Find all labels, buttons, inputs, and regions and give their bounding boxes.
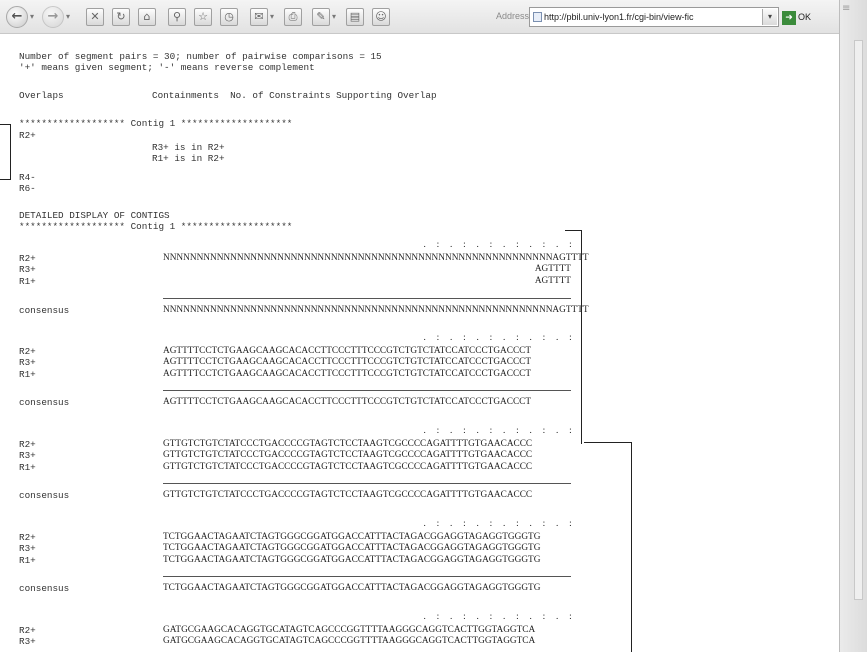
history-icon[interactable]: ◷	[220, 8, 238, 26]
go-label: OK	[798, 12, 812, 22]
overlap-item: R6-	[19, 183, 36, 194]
consensus-label: consensus	[19, 583, 70, 594]
sequence-row: AGTTTT	[534, 264, 571, 274]
forward-icon[interactable]: →	[42, 6, 64, 28]
containment-item: R1+ is in R2+	[152, 153, 225, 164]
overlap-item: R2+	[19, 130, 36, 141]
right-bracket-top	[565, 230, 582, 231]
address-url: http://pbil.univ-lyon1.fr/cgi-bin/view-f…	[544, 12, 694, 22]
right-bracket-lower-stem	[631, 442, 632, 652]
address-label: Address	[496, 11, 530, 21]
address-dropdown-icon[interactable]: ▾	[762, 9, 777, 25]
sequence-label: R2+	[19, 625, 36, 636]
containment-item: R3+ is in R2+	[152, 142, 225, 153]
ruler: . : . : . : . : . : . :	[423, 333, 572, 343]
consensus-row: NNNNNNNNNNNNNNNNNNNNNNNNNNNNNNNNNNNNNNNN…	[163, 305, 589, 315]
summary-line-2: '+' means given segment; '-' means rever…	[19, 62, 315, 73]
sequence-label: R2+	[19, 253, 36, 264]
containments-header: Containments No. of Constraints Supporti…	[152, 90, 437, 101]
ruler: . : . : . : . : . : . :	[423, 240, 572, 250]
sequence-label: R2+	[19, 532, 36, 543]
sequence-row: NNNNNNNNNNNNNNNNNNNNNNNNNNNNNNNNNNNNNNNN…	[163, 253, 589, 263]
consensus-row: GTTGTCTGTCTATCCCTGACCCCGTAGTCTCCTAAGTCGC…	[163, 490, 533, 500]
page-icon	[533, 12, 542, 22]
consensus-separator	[163, 298, 571, 299]
sequence-label: R1+	[19, 369, 36, 380]
forward-dropdown-icon[interactable]: ▾	[66, 8, 74, 26]
sequence-row: TCTGGAACTAGAATCTAGTGGGCGGATGGACCATTTACTA…	[163, 532, 541, 542]
mail-dropdown-icon[interactable]: ▾	[270, 8, 278, 26]
back-dropdown-icon[interactable]: ▾	[30, 8, 38, 26]
consensus-row: AGTTTTCCTCTGAAGCAAGCACACCTTCCCTTTCCCGTCT…	[163, 397, 532, 407]
sequence-row: GTTGTCTGTCTATCCCTGACCCCGTAGTCTCCTAAGTCGC…	[163, 450, 533, 460]
consensus-separator	[163, 483, 571, 484]
sequence-label: R2+	[19, 346, 36, 357]
sequence-label: R3+	[19, 357, 36, 368]
discuss-icon[interactable]: ▤	[346, 8, 364, 26]
go-arrow-icon: ➜	[782, 10, 796, 25]
sequence-label: R3+	[19, 543, 36, 554]
sequence-row: TCTGGAACTAGAATCTAGTGGGCGGATGGACCATTTACTA…	[163, 543, 541, 553]
detailed-title: DETAILED DISPLAY OF CONTIGS	[19, 210, 170, 221]
ruler: . : . : . : . : . : . :	[423, 612, 572, 622]
consensus-separator	[163, 576, 571, 577]
overlaps-header: Overlaps	[19, 90, 64, 101]
mail-icon[interactable]: ✉	[250, 8, 268, 26]
stop-icon[interactable]: ✕	[86, 8, 104, 26]
consensus-label: consensus	[19, 305, 70, 316]
sequence-label: R3+	[19, 264, 36, 275]
go-button[interactable]: ➜ OK	[782, 7, 820, 27]
search-icon[interactable]: ⚲	[168, 8, 186, 26]
edit-icon[interactable]: ✎	[312, 8, 330, 26]
sequence-label: R1+	[19, 462, 36, 473]
sequence-label: R1+	[19, 555, 36, 566]
sequence-row: AGTTTTCCTCTGAAGCAAGCACACCTTCCCTTTCCCGTCT…	[163, 357, 532, 367]
home-icon[interactable]: ⌂	[138, 8, 156, 26]
back-icon[interactable]: ←	[6, 6, 28, 28]
sequence-label: R1+	[19, 276, 36, 287]
sequence-row: AGTTTTCCTCTGAAGCAAGCACACCTTCCCTTTCCCGTCT…	[163, 346, 532, 356]
right-bracket-mid	[584, 442, 632, 443]
page-content: Number of segment pairs = 30; number of …	[0, 34, 838, 652]
sequence-row: AGTTTT	[534, 276, 571, 286]
consensus-separator	[163, 390, 571, 391]
contig-summary-header: ******************* Contig 1 ***********…	[19, 118, 293, 129]
sequence-label: R3+	[19, 636, 36, 647]
messenger-icon[interactable]: ☺	[372, 8, 390, 26]
browser-toolbar: ← ▾ → ▾ ✕ ↻ ⌂ ⚲ ☆ ◷ ✉ ▾ ⎙ ✎ ▾ ▤ ☺ Addres…	[0, 0, 867, 34]
ruler: . : . : . : . : . : . :	[423, 519, 572, 529]
left-bracket-marker	[0, 124, 11, 180]
vertical-scrollbar[interactable]	[854, 40, 863, 600]
consensus-label: consensus	[19, 490, 70, 501]
overlap-item: R4-	[19, 172, 36, 183]
consensus-row: TCTGGAACTAGAATCTAGTGGGCGGATGGACCATTTACTA…	[163, 583, 541, 593]
sequence-row: GATGCGAAGCACAGGTGCATAGTCAGCCCGGTTTTAAGGG…	[163, 625, 536, 635]
print-icon[interactable]: ⎙	[284, 8, 302, 26]
consensus-label: consensus	[19, 397, 70, 408]
sequence-row: GTTGTCTGTCTATCCCTGACCCCGTAGTCTCCTAAGTCGC…	[163, 439, 533, 449]
refresh-icon[interactable]: ↻	[112, 8, 130, 26]
sequence-row: GTTGTCTGTCTATCCCTGACCCCGTAGTCTCCTAAGTCGC…	[163, 462, 533, 472]
sequence-row: TCTGGAACTAGAATCTAGTGGGCGGATGGACCATTTACTA…	[163, 555, 541, 565]
ruler: . : . : . : . : . : . :	[423, 426, 572, 436]
detailed-contig-header: ******************* Contig 1 ***********…	[19, 221, 293, 232]
sequence-row: GATGCGAAGCACAGGTGCATAGTCAGCCCGGTTTTAAGGG…	[163, 636, 536, 646]
favorites-icon[interactable]: ☆	[194, 8, 212, 26]
summary-line-1: Number of segment pairs = 30; number of …	[19, 51, 382, 62]
toolbar-overflow-icon[interactable]: ≡	[842, 3, 850, 14]
sequence-label: R3+	[19, 450, 36, 461]
edit-dropdown-icon[interactable]: ▾	[332, 8, 340, 26]
sequence-label: R2+	[19, 439, 36, 450]
address-bar[interactable]: http://pbil.univ-lyon1.fr/cgi-bin/view-f…	[529, 7, 779, 27]
sequence-row: AGTTTTCCTCTGAAGCAAGCACACCTTCCCTTTCCCGTCT…	[163, 369, 532, 379]
